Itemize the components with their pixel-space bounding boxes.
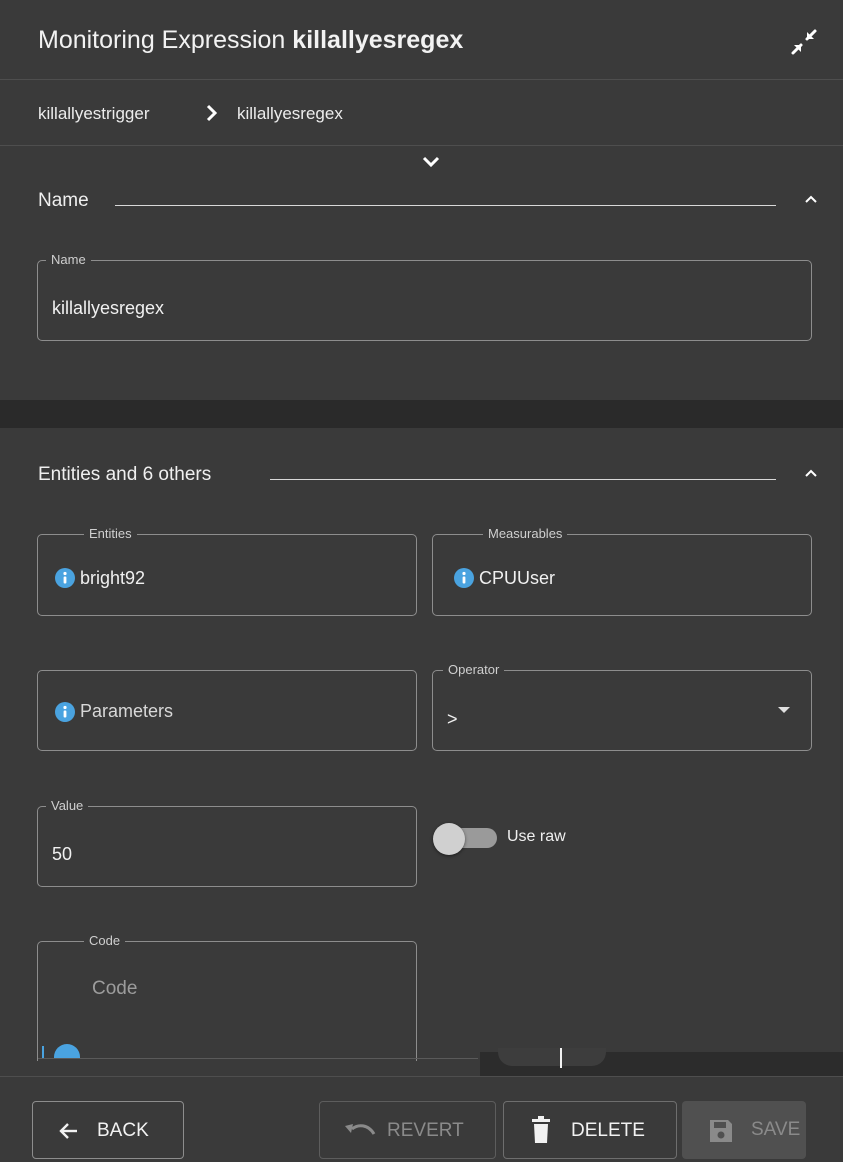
parameters-field[interactable]: Parameters (37, 670, 417, 751)
name-section-title: Name (38, 190, 89, 211)
breadcrumb-current: killallyesregex (237, 104, 343, 123)
text-cursor (560, 1048, 562, 1068)
operator-select[interactable]: Operator > (432, 662, 812, 751)
revert-button[interactable]: REVERT (319, 1101, 496, 1159)
measurables-label: Measurables (483, 526, 568, 542)
info-icon[interactable] (55, 568, 75, 588)
save-button[interactable]: SAVE (682, 1101, 806, 1159)
content-cutoff-line (38, 1058, 478, 1059)
entities-value[interactable]: bright92 (80, 568, 145, 589)
use-raw-label: Use raw (507, 828, 566, 845)
collapse-arrows-icon[interactable] (786, 24, 822, 60)
measurables-field[interactable]: Measurables CPUUser (432, 526, 812, 616)
operator-label: Operator (443, 662, 505, 678)
name-field-label: Name (46, 252, 91, 268)
info-icon[interactable] (454, 568, 474, 588)
delete-label: DELETE (571, 1120, 645, 1141)
save-icon (710, 1120, 732, 1142)
arrow-left-icon (59, 1123, 77, 1139)
back-button[interactable]: BACK (32, 1101, 184, 1159)
value-input-value[interactable]: 50 (52, 844, 72, 865)
entities-label: Entities (84, 526, 137, 542)
value-label: Value (46, 798, 89, 814)
dropdown-arrow-icon[interactable] (777, 706, 791, 714)
delete-button[interactable]: DELETE (503, 1101, 677, 1159)
title-entity-name: killallyesregex (292, 26, 464, 54)
chevron-up-icon[interactable] (802, 192, 820, 206)
breadcrumb-parent[interactable]: killallyestrigger (38, 104, 149, 124)
code-label: Code (84, 933, 126, 949)
code-placeholder: Code (92, 978, 138, 999)
info-icon[interactable] (55, 702, 75, 722)
name-field-value[interactable]: killallyesregex (52, 298, 164, 319)
section-divider (115, 205, 776, 206)
undo-icon (345, 1124, 376, 1135)
name-field[interactable]: Name killallyesregex (37, 252, 812, 341)
operator-value[interactable]: > (447, 709, 458, 730)
use-raw-toggle-knob[interactable] (433, 823, 465, 855)
section-divider (270, 479, 776, 480)
parameters-placeholder: Parameters (80, 701, 174, 721)
page-title: Monitoring Expression killallyesregex (38, 26, 463, 55)
value-field[interactable]: Value 50 (37, 798, 417, 887)
code-field[interactable]: Code Code (37, 933, 417, 1061)
measurables-value[interactable]: CPUUser (479, 568, 555, 589)
title-prefix: Monitoring Expression (38, 26, 286, 54)
section-separator (0, 400, 843, 428)
chevron-right-icon (204, 103, 220, 123)
partial-widget (498, 1048, 606, 1066)
details-section-title: Entities and 6 others (38, 464, 212, 485)
back-label: BACK (97, 1120, 149, 1141)
partial-indicator (42, 1046, 44, 1058)
save-label: SAVE (751, 1119, 801, 1140)
chevron-up-icon[interactable] (802, 466, 820, 480)
trash-icon (532, 1116, 550, 1143)
entities-field[interactable]: Entities bright92 (37, 526, 417, 616)
revert-label: REVERT (387, 1120, 464, 1141)
chevron-down-icon[interactable] (420, 154, 442, 170)
